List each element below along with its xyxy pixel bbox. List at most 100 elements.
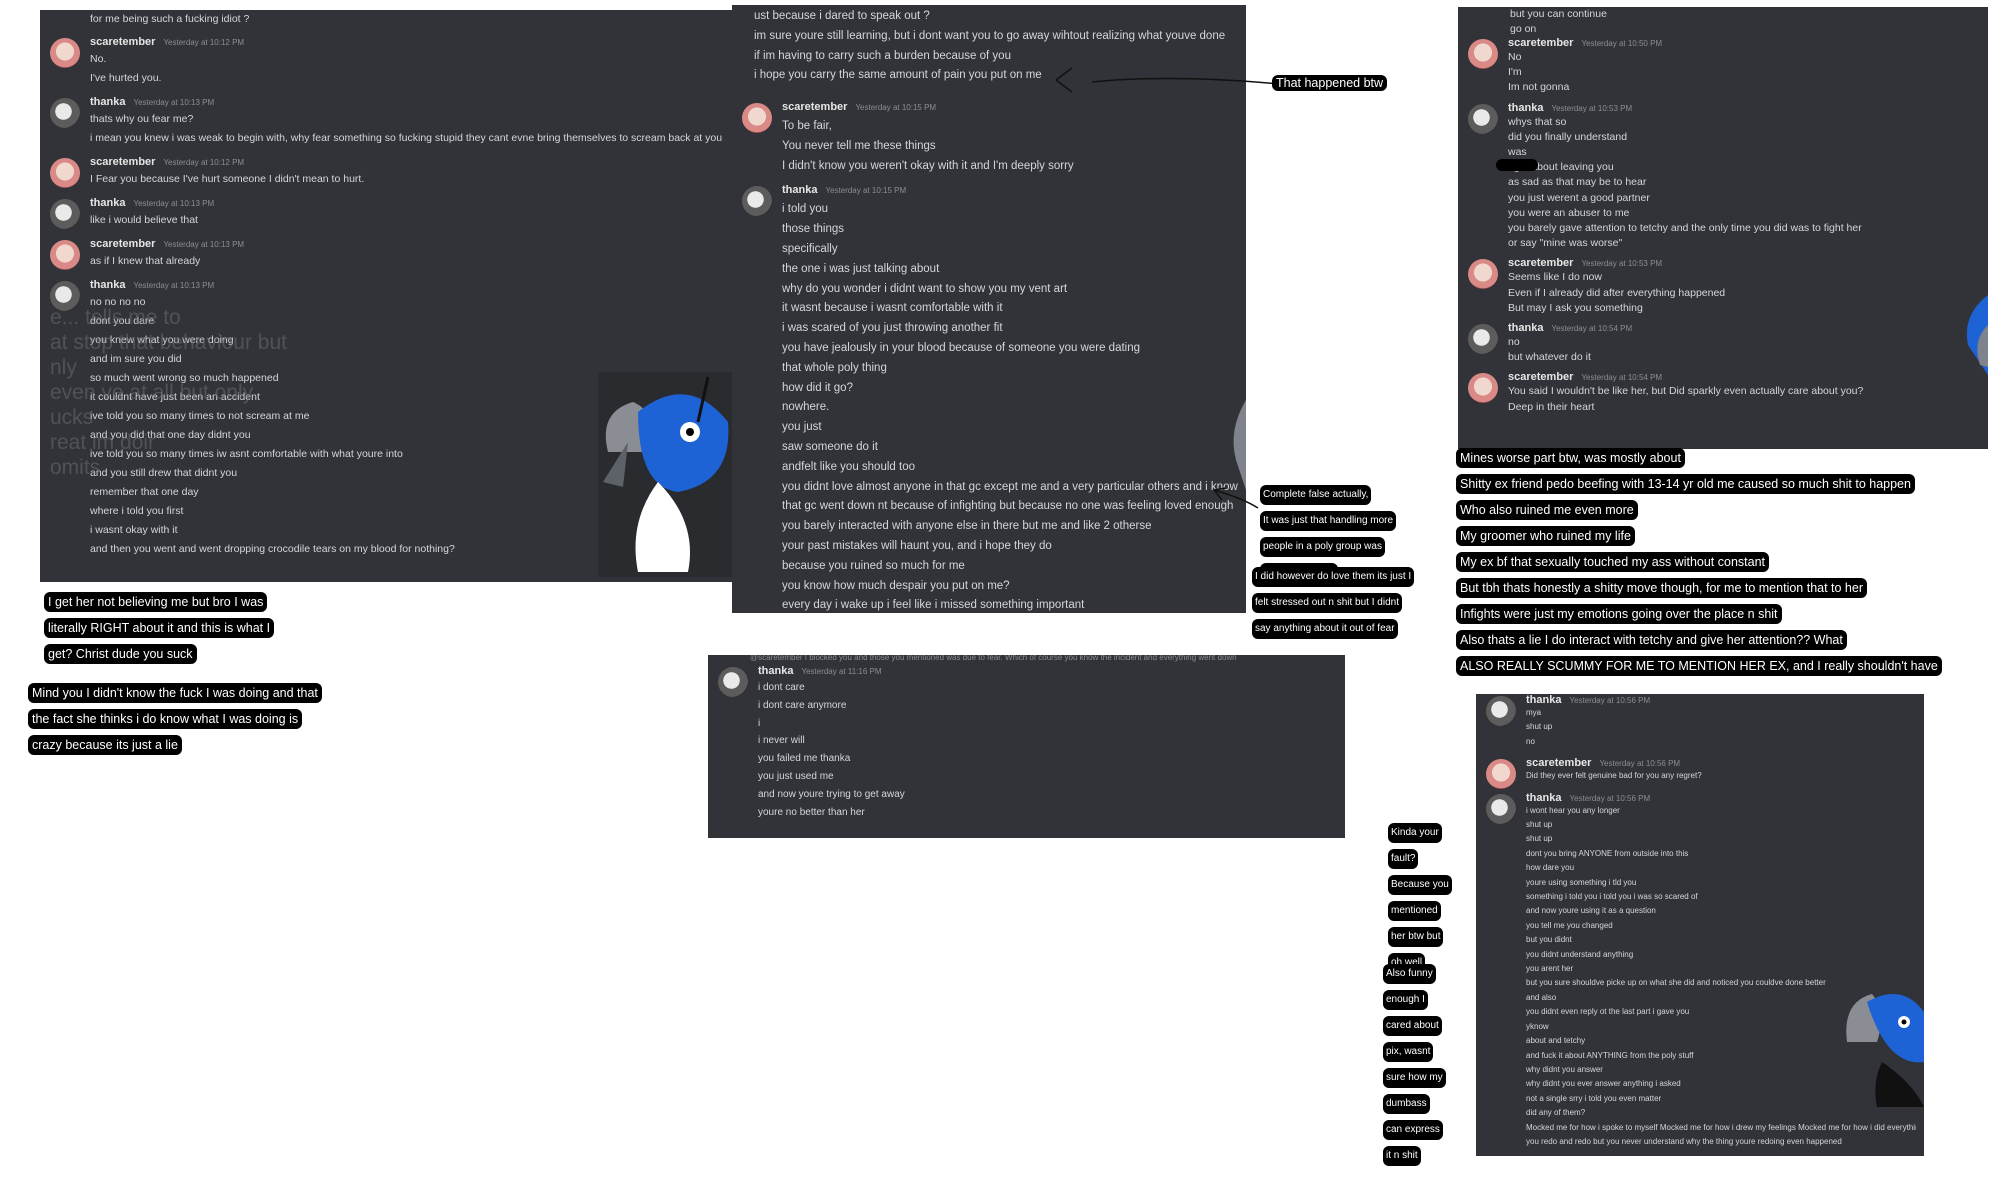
note-text: felt stressed out n shit but I didnt [1252,593,1402,613]
username: thanka Yesterday at 10:13 PM [90,279,214,291]
note-row: sure how my [1383,1067,1446,1093]
message-line: Mocked me for how i spoke to myself Mock… [1526,1122,1916,1132]
note-row: people in a poly group was [1260,536,1396,562]
username-text: thanka [1508,322,1544,334]
message-line: ust because i dared to speak out ? [754,10,930,22]
note-row: dumbass [1383,1093,1446,1119]
faint-line: at stop that behaviour but [50,331,287,354]
message-line: no [1508,336,1520,348]
note-text: cared about [1383,1016,1442,1036]
timestamp: Yesterday at 10:56 PM [1569,696,1651,705]
message-line: To be fair, [782,120,832,132]
message-line: shut up [1526,834,1553,844]
message-line: that gc went down nt because of infighti… [782,500,1234,513]
message-line: youre no better than her [758,806,865,818]
note-row: Also funny [1383,963,1446,989]
message-body: No. I've hurted you. [90,50,724,88]
message-line: Even if I already did after everything h… [1508,286,1726,299]
message-line: right about leaving you [1508,161,1614,174]
note-row: Infights were just my emotions going ove… [1456,604,1942,630]
note-text: people in a poly group was [1260,537,1385,557]
avatar-thanka [1486,696,1516,726]
message-line: and now youre trying to get away [758,788,905,800]
blue-mascot-drawing-small [1842,982,1924,1107]
message-line: specifically [782,242,838,255]
message-line: how dare you [1526,863,1575,873]
note-row: pix, wasnt [1383,1041,1446,1067]
message-body: like i would believe that [90,211,724,230]
annotation-note-5: Mines worse part btw, was mostly about Sh… [1456,448,1942,682]
message-body: whys that so did you finally understand w… [1508,115,1980,252]
note-row: felt stressed out n shit but I didnt [1252,592,1414,618]
note-text: My ex bf that sexually touched my ass wi… [1456,552,1770,572]
message-line: that whole poly thing [782,361,887,374]
message-line: or say "mine was worse" [1508,237,1623,250]
username-text: scaretember [90,238,156,250]
avatar-thanka [50,199,80,229]
timestamp: Yesterday at 10:50 PM [1581,39,1663,48]
message-line: i was scared of you just throwing anothe… [782,322,1003,335]
note-text: My groomer who ruined my life [1456,526,1635,546]
message-line: Seems like I do now [1508,271,1602,284]
username: thanka Yesterday at 10:53 PM [1508,102,1632,114]
timestamp: Yesterday at 10:13 PM [163,240,245,249]
message-line: as if I knew that already [90,255,201,267]
message-line: i mean you knew i was weak to begin with… [90,132,723,144]
message-body: You said I wouldn't be like her, but Did… [1508,384,1980,414]
message-line: the one i was just talking about [782,262,940,275]
avatar-scaretember [50,158,80,188]
username-text: scaretember [1508,371,1574,384]
note-text: Shitty ex friend pedo beefing with 13-14… [1456,474,1915,494]
message-line: for me being such a fucking idiot ? [90,13,250,25]
faint-line: reat im doir [50,431,156,454]
note-text: mentioned [1388,901,1441,921]
note-text: crazy because its just a lie [28,735,182,755]
message-line: You said I wouldn't be like her, but Did… [1508,385,1864,398]
note-text: Complete false actually, [1260,485,1372,505]
message-line: shut up [1526,722,1553,732]
note-text: Also funny [1383,964,1436,984]
message-line: you didnt love almost anyone in that gc … [782,480,1238,493]
username-text: scaretember [1526,757,1592,770]
faint-line: nly [50,356,77,379]
username-text: scaretember [782,101,848,113]
message-line: you barely gave attention to tetchy and … [1508,222,1862,235]
avatar-scaretember [1468,39,1498,69]
note-row: fault? [1388,848,1452,874]
username: thanka Yesterday at 11:16 PM [758,665,882,677]
timestamp: Yesterday at 10:53 PM [1551,103,1633,113]
message-body: as if I knew that already [90,252,724,271]
note-text: dumbass [1383,1094,1430,1114]
message-line: go on [1510,23,1537,36]
username: scaretember Yesterday at 10:12 PM [90,156,244,168]
username: scaretember Yesterday at 10:56 PM [1526,757,1680,769]
note-row: I get her not believing me but bro I was [44,592,274,618]
message-body: Seems like I do now Even if I already did… [1508,270,1980,316]
faint-line: e... tells me to [50,306,181,329]
avatar-scaretember [1468,373,1498,404]
message-line: as sad as that may be to hear [1508,176,1647,189]
username-text: thanka [90,197,126,209]
username: thanka Yesterday at 10:56 PM [1526,694,1650,706]
faint-line: even ve at all but only [50,381,254,404]
message-body: I Fear you because I've hurt someone I d… [90,170,724,189]
note-row: My ex bf that sexually touched my ass wi… [1456,552,1942,578]
message-line: Im not gonna [1508,81,1570,94]
note-text: it n shit [1383,1146,1421,1166]
message-line: i told you [782,203,829,216]
username: thanka Yesterday at 10:56 PM [1526,792,1650,804]
note-row: Shitty ex friend pedo beefing with 13-14… [1456,474,1942,500]
message-line: But may I ask you something [1508,301,1643,314]
message-line: why do you wonder i didnt want to show y… [782,282,1068,295]
message-body: mya shut up no [1526,706,1916,749]
message-line: and now youre using it as a question [1526,906,1656,916]
note-text: can express [1383,1120,1443,1140]
username: thanka Yesterday at 10:15 PM [782,184,906,196]
username: scaretember Yesterday at 10:12 PM [90,36,244,48]
username-text: thanka [1526,791,1562,804]
message-line: was [1508,146,1527,158]
username-text: thanka [782,184,818,197]
note-text: sure how my [1383,1068,1446,1088]
message-body: No I'm Im not gonna [1508,50,1980,96]
redaction-scribble [1496,159,1538,171]
